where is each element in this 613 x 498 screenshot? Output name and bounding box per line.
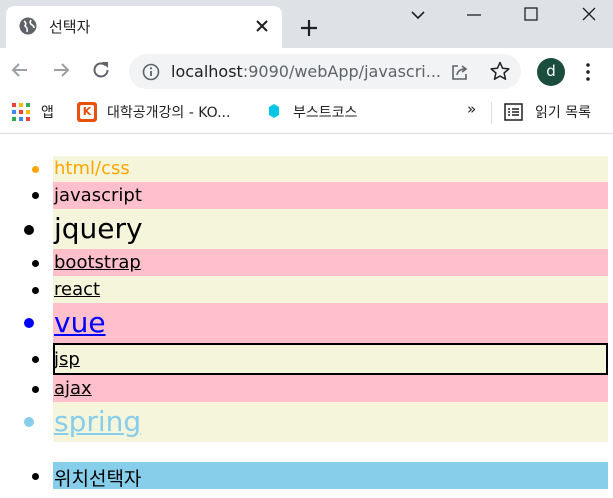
list-item-label: jquery (54, 212, 143, 245)
list-item: javascript (32, 182, 608, 209)
close-tab-icon[interactable] (251, 15, 273, 37)
list-item: spring (24, 402, 608, 442)
list-bullet (32, 287, 39, 294)
bookmark-reading-list[interactable]: 읽기 목록 (535, 102, 591, 122)
list-item-selected: jsp (32, 343, 608, 375)
list-item-link[interactable]: vue (54, 306, 106, 339)
list-item-link[interactable]: react (54, 279, 100, 300)
back-icon[interactable] (8, 58, 32, 82)
list-item-label: html/css (54, 158, 130, 179)
list-item: bootstrap (32, 249, 608, 276)
bookmark-star-icon[interactable] (489, 60, 511, 82)
apps-grid-icon[interactable] (12, 103, 30, 121)
list-bullet (24, 417, 34, 427)
page-content: html/css javascript jquery bootstrap rea… (0, 135, 613, 498)
bookmarks-divider (491, 102, 492, 124)
new-tab-icon[interactable] (296, 15, 322, 41)
reload-icon[interactable] (89, 58, 113, 82)
tab-strip: 선택자 (0, 0, 613, 48)
kocw-logo-icon: K (77, 102, 97, 122)
list-item-link[interactable]: bootstrap (54, 252, 141, 273)
list-item-label: javascript (54, 185, 142, 206)
profile-avatar[interactable]: d (537, 58, 565, 86)
bookmark-kocw[interactable]: 대학공개강의 - KO... (107, 102, 230, 122)
maximize-icon[interactable] (518, 4, 544, 26)
list-bullet (32, 260, 39, 267)
list-item-link[interactable]: jsp (54, 349, 80, 370)
url-path: :9090/webApp/javascri... (242, 62, 441, 81)
bookmarks-bar: 앱 K 대학공개강의 - KO... 부스트코스 » 읽기 목록 (0, 94, 613, 134)
list-item-link[interactable]: spring (54, 405, 141, 438)
tab-title: 선택자 (49, 18, 91, 36)
forward-icon[interactable] (49, 58, 73, 82)
list-item: ajax (32, 375, 608, 402)
list-item-link[interactable]: ajax (54, 378, 92, 399)
list-item: 위치선택자 (32, 462, 608, 490)
list-bullet (32, 356, 39, 363)
share-icon[interactable] (449, 61, 471, 83)
list-bullet (24, 318, 34, 328)
list-item-label: 위치선택자 (54, 468, 142, 490)
bookmark-apps[interactable]: 앱 (41, 102, 54, 122)
list-item: jquery (24, 209, 608, 249)
boostcourse-logo-icon (269, 104, 279, 118)
url-text[interactable]: localhost:9090/webApp/javascri... (171, 62, 441, 81)
minimize-icon[interactable] (461, 4, 487, 26)
list-bullet (24, 225, 34, 235)
bookmark-boostcourse[interactable]: 부스트코스 (293, 102, 357, 122)
globe-icon (19, 17, 37, 35)
list-bullet (32, 386, 39, 393)
list-item: html/css (32, 156, 608, 182)
toolbar: localhost:9090/webApp/javascri... d (0, 48, 613, 94)
reading-list-icon[interactable] (504, 103, 523, 121)
tab-search-chevron-icon[interactable] (405, 4, 431, 26)
more-menu-icon[interactable] (582, 60, 594, 84)
list-bullet (32, 473, 39, 480)
close-window-icon[interactable] (576, 4, 602, 26)
list-bullet (32, 166, 39, 173)
bookmarks-overflow-button[interactable]: » (467, 100, 476, 118)
site-info-icon[interactable] (141, 62, 161, 82)
browser-tab[interactable]: 선택자 (6, 6, 282, 48)
url-host: localhost (171, 62, 243, 81)
address-bar[interactable]: localhost:9090/webApp/javascri... (129, 54, 521, 89)
list-item: react (32, 276, 608, 303)
list-bullet (32, 192, 39, 199)
list-item: vue (24, 303, 608, 343)
